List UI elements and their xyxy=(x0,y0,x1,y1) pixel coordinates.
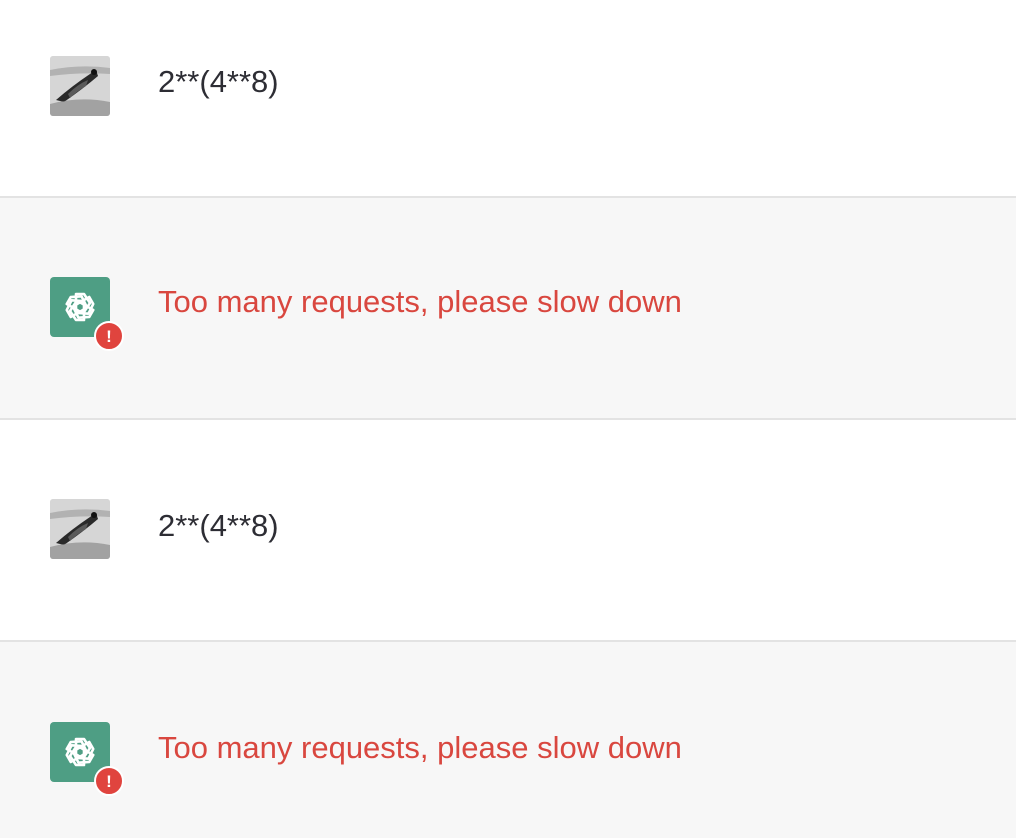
error-message-text: Too many requests, please slow down xyxy=(158,730,682,765)
message-text: 2**(4**8) xyxy=(158,508,279,543)
user-avatar xyxy=(50,499,110,559)
assistant-message: ! Too many requests, please slow down xyxy=(0,198,1016,420)
user-message: 2**(4**8) xyxy=(0,0,1016,198)
openai-logo-icon xyxy=(65,292,95,322)
assistant-message: ! Too many requests, please slow down xyxy=(0,642,1016,838)
assistant-avatar-wrapper: ! xyxy=(50,722,124,796)
error-message-text: Too many requests, please slow down xyxy=(158,284,682,319)
user-avatar-wrapper xyxy=(50,56,110,116)
user-avatar-wrapper xyxy=(50,499,110,559)
conversation-thread: 2**(4**8) ! Too many requests, please sl… xyxy=(0,0,1016,838)
user-avatar xyxy=(50,56,110,116)
user-message: 2**(4**8) xyxy=(0,420,1016,642)
exclamation-icon: ! xyxy=(106,326,112,346)
message-text: 2**(4**8) xyxy=(158,64,279,99)
exclamation-icon: ! xyxy=(106,771,112,791)
openai-logo-icon xyxy=(65,737,95,767)
assistant-avatar-wrapper: ! xyxy=(50,277,124,351)
error-badge: ! xyxy=(94,766,124,796)
error-badge: ! xyxy=(94,321,124,351)
